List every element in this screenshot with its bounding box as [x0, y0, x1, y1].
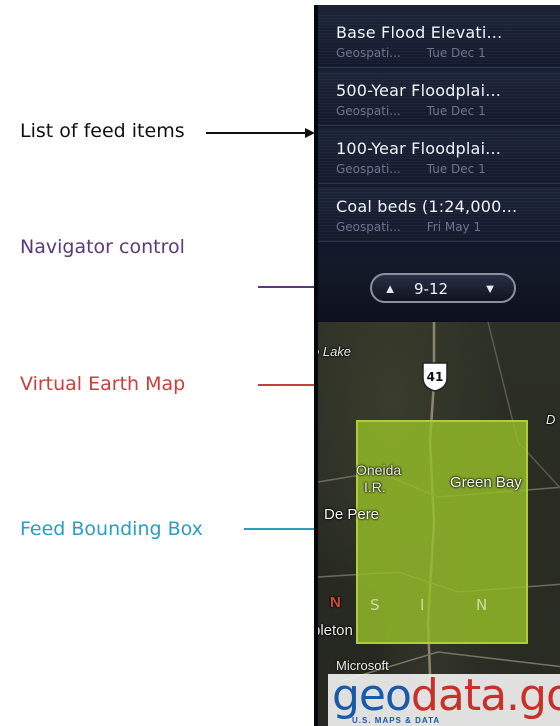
feed-item-source: Geospati...	[336, 162, 401, 176]
bbox-letter: N	[476, 596, 488, 614]
feed-item-date: Tue Dec 1	[426, 162, 486, 176]
navigator-range: 9-12	[414, 280, 449, 298]
map-label-green-bay: Green Bay	[450, 474, 522, 491]
triangle-up-icon[interactable]: ▲	[380, 279, 400, 299]
feed-item-source: Geospati...	[336, 104, 401, 118]
feed-item-meta: Geospati... Tue Dec 1	[336, 46, 486, 60]
feed-item[interactable]: Coal beds (1:24,000... Geospati... Fri Ma…	[318, 187, 560, 242]
feed-item-title: 500-Year Floodplai...	[336, 81, 502, 100]
feed-bounding-box[interactable]: S I N	[356, 420, 528, 644]
feed-item[interactable]: 100-Year Floodplai... Geospati... Tue Dec…	[318, 129, 560, 184]
navigator-pill: ▲ 9-12 ▼	[370, 273, 516, 303]
geodata-logo: geodata.gov U.S. MAPS & DATA	[328, 670, 560, 726]
map-label-d: D	[546, 412, 556, 427]
bbox-letter: S	[370, 596, 380, 614]
map-label-ir: I.R.	[364, 479, 386, 495]
logo-suffix: data.gov	[410, 670, 560, 721]
feed-item-title: Base Flood Elevati...	[336, 23, 503, 42]
map-label-de-pere: De Pere	[324, 506, 380, 523]
geodata-logo-text: geodata.gov	[332, 670, 560, 721]
feed-item-date: Tue Dec 1	[426, 46, 486, 60]
feed-item-title: Coal beds (1:24,000...	[336, 197, 518, 216]
map-label-n: N	[330, 594, 341, 611]
feed-item-meta: Geospati... Tue Dec 1	[336, 162, 486, 176]
geodata-tagline: U.S. MAPS & DATA	[352, 716, 441, 725]
feed-item-date: Fri May 1	[426, 220, 482, 234]
arrow-icon	[258, 380, 350, 390]
navigator-control: ▲ 9-12 ▼	[318, 256, 560, 322]
feed-list: Base Flood Elevati... Geospati... Tue Dec…	[318, 5, 560, 273]
feed-item-meta: Geospati... Fri May 1	[336, 220, 481, 234]
map-label-appleton: pleton	[314, 622, 353, 639]
map-label-lake: o Lake	[314, 344, 352, 359]
logo-accent: o	[385, 670, 412, 721]
logo-prefix: ge	[332, 670, 386, 721]
geodata-widget: Base Flood Elevati... Geospati... Tue Dec…	[314, 5, 560, 726]
arrow-icon	[206, 128, 315, 138]
feed-item[interactable]: 500-Year Floodplai... Geospati... Tue Dec…	[318, 71, 560, 126]
feed-item-title: 100-Year Floodplai...	[336, 139, 502, 158]
highway-shield-icon: 41	[422, 362, 448, 392]
arrow-icon	[244, 524, 346, 534]
triangle-down-icon[interactable]: ▼	[480, 279, 500, 299]
arrow-icon	[258, 282, 350, 292]
bbox-letter: I	[420, 596, 425, 614]
map-label-oneida: Oneida	[356, 462, 402, 478]
feed-item-source: Geospati...	[336, 220, 401, 234]
feed-item[interactable]: Base Flood Elevati... Geospati... Tue Dec…	[318, 13, 560, 68]
feed-item-source: Geospati...	[336, 46, 401, 60]
feed-item-date: Tue Dec 1	[426, 104, 486, 118]
virtual-earth-map[interactable]: o Lake D 41 S I N Oneida I.R. Green Bay …	[318, 322, 560, 726]
highway-shield-number: 41	[427, 370, 444, 384]
feed-item-meta: Geospati... Tue Dec 1	[336, 104, 486, 118]
